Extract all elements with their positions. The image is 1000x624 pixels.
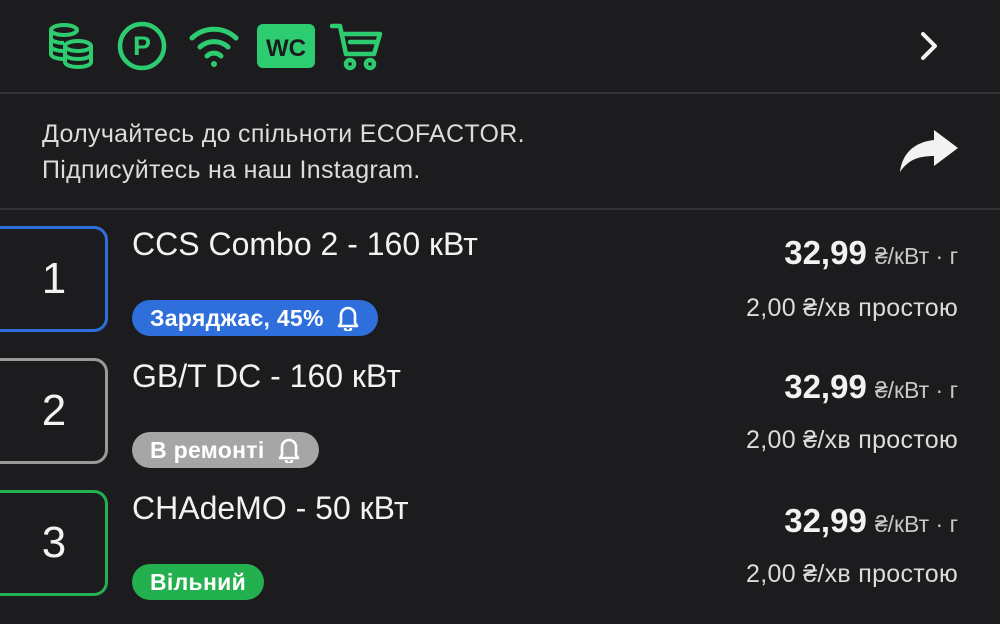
wifi-icon: [188, 20, 240, 72]
instagram-promo-banner[interactable]: Долучайтесь до спільноти ECOFACTOR. Підп…: [0, 94, 1000, 210]
status-text: Заряджає, 45%: [150, 304, 324, 331]
price-value: 32,99: [784, 502, 867, 539]
database-coins-icon: [44, 20, 96, 72]
price-value: 32,99: [784, 368, 867, 405]
wc-icon: WC: [256, 20, 316, 72]
status-text: В ремонті: [150, 436, 265, 463]
connector-number: 1: [41, 254, 67, 303]
connector-number: 3: [41, 518, 67, 567]
connector-row-1[interactable]: 1 CCS Combo 2 - 160 кВт Заряджає, 45% 32…: [0, 218, 1000, 350]
connector-title: CHAdeMO - 50 кВт: [132, 490, 409, 526]
share-icon[interactable]: [898, 128, 960, 174]
shopping-cart-icon: [330, 20, 384, 72]
status-badge-charging[interactable]: Заряджає, 45%: [132, 300, 378, 336]
parking-label: P: [133, 31, 151, 61]
connector-title: GB/T DC - 160 кВт: [132, 358, 401, 394]
promo-text: Долучайтесь до спільноти ECOFACTOR. Підп…: [42, 116, 525, 188]
chevron-right-icon[interactable]: [914, 28, 944, 64]
bell-icon[interactable]: [277, 437, 301, 463]
price-unit: ₴/кВт · г: [874, 511, 958, 537]
promo-line-1: Долучайтесь до спільноти ECOFACTOR.: [42, 120, 525, 148]
wc-label: WC: [266, 35, 306, 62]
price-unit: ₴/кВт · г: [874, 243, 958, 269]
connector-row-3[interactable]: 3 CHAdeMO - 50 кВт Вільний 32,99 ₴/кВт · …: [0, 486, 1000, 618]
price-line: 32,99 ₴/кВт · г: [784, 502, 958, 540]
status-badge-repair[interactable]: В ремонті: [132, 432, 319, 468]
amenities-row[interactable]: P WC: [0, 0, 1000, 94]
status-text: Вільний: [150, 568, 247, 595]
connector-title: CCS Combo 2 - 160 кВт: [132, 226, 478, 262]
connector-number-box: 3: [0, 490, 108, 596]
parking-icon: P: [116, 20, 168, 72]
connector-row-2[interactable]: 2 GB/T DC - 160 кВт В ремонті 32,99 ₴/кВт…: [0, 352, 1000, 484]
bell-icon[interactable]: [336, 305, 360, 331]
connector-number-box: 2: [0, 358, 108, 464]
promo-line-2: Підписуйтесь на наш Instagram.: [42, 156, 421, 184]
price-line: 32,99 ₴/кВт · г: [784, 234, 958, 272]
idle-fee: 2,00 ₴/хв простою: [746, 426, 958, 454]
status-badge-free: Вільний: [132, 564, 265, 600]
price-value: 32,99: [784, 234, 867, 271]
idle-fee: 2,00 ₴/хв простою: [746, 560, 958, 588]
connector-number-box: 1: [0, 226, 108, 332]
price-line: 32,99 ₴/кВт · г: [784, 368, 958, 406]
price-unit: ₴/кВт · г: [874, 377, 958, 403]
idle-fee: 2,00 ₴/хв простою: [746, 294, 958, 322]
connector-number: 2: [41, 386, 67, 435]
